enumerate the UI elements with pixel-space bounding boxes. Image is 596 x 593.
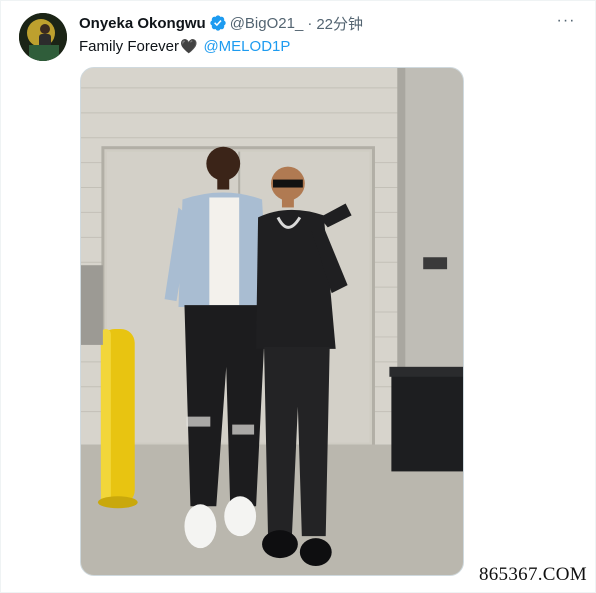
tweet-header: Onyeka Okongwu @BigO21_ · 22分钟 [79,13,363,33]
verified-badge-icon [210,15,226,31]
tweet-timestamp[interactable]: 22分钟 [316,13,363,34]
tweet-body-text: Family Forever [79,38,180,55]
mention-link[interactable]: @MELOD1P [203,38,290,55]
photo-two-men-posing [81,68,463,575]
tweet-text: Family Forever🖤 @MELOD1P [79,36,290,57]
more-options-icon[interactable]: ··· [553,11,579,31]
separator-dot: · [307,14,313,32]
tweet-photo[interactable] [80,67,464,576]
author-avatar[interactable] [19,13,67,61]
site-watermark: 865367.COM [478,564,587,585]
avatar-image [19,13,67,61]
black-heart-emoji: 🖤 [180,38,198,54]
author-handle[interactable]: @BigO21_ [230,15,304,32]
author-name[interactable]: Onyeka Okongwu [79,15,206,32]
tweet-card[interactable]: Onyeka Okongwu @BigO21_ · 22分钟 ··· Famil… [0,0,596,593]
